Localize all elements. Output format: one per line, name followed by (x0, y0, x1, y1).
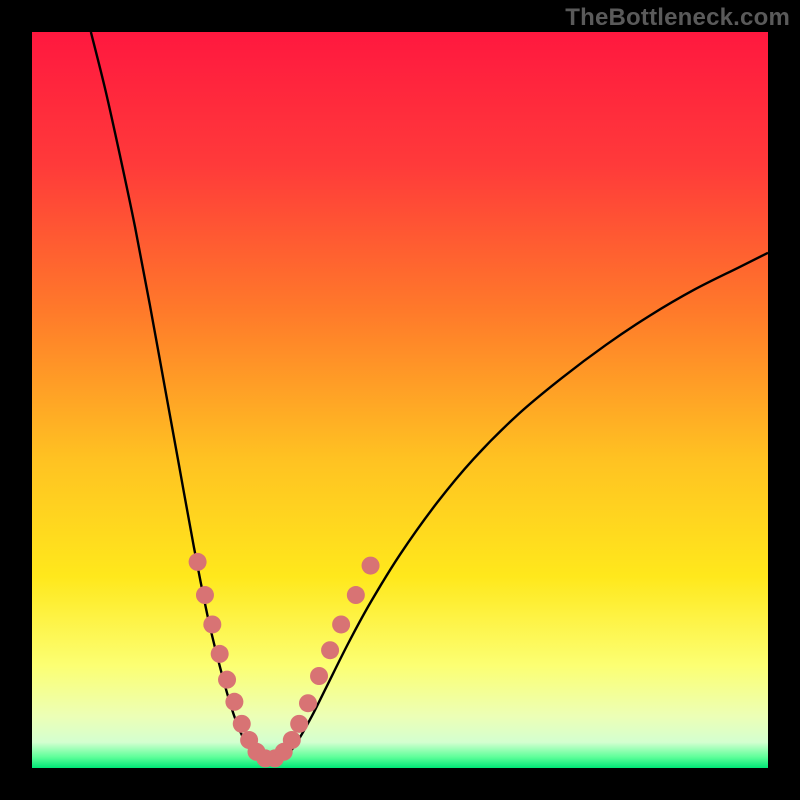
chart-svg (32, 32, 768, 768)
highlight-dot (196, 586, 214, 604)
plot-area (32, 32, 768, 768)
highlight-dot (203, 615, 221, 633)
highlight-dot (310, 667, 328, 685)
highlight-dot (233, 715, 251, 733)
highlight-dot (283, 731, 301, 749)
highlight-dot (321, 641, 339, 659)
highlight-dot (211, 645, 229, 663)
gradient-background (32, 32, 768, 768)
highlight-dot (225, 693, 243, 711)
highlight-dot (290, 715, 308, 733)
watermark-text: TheBottleneck.com (565, 4, 790, 32)
highlight-dot (362, 557, 380, 575)
highlight-dot (347, 586, 365, 604)
highlight-dot (332, 615, 350, 633)
chart-frame: TheBottleneck.com (0, 0, 800, 800)
highlight-dot (189, 553, 207, 571)
highlight-dot (218, 671, 236, 689)
highlight-dot (299, 694, 317, 712)
